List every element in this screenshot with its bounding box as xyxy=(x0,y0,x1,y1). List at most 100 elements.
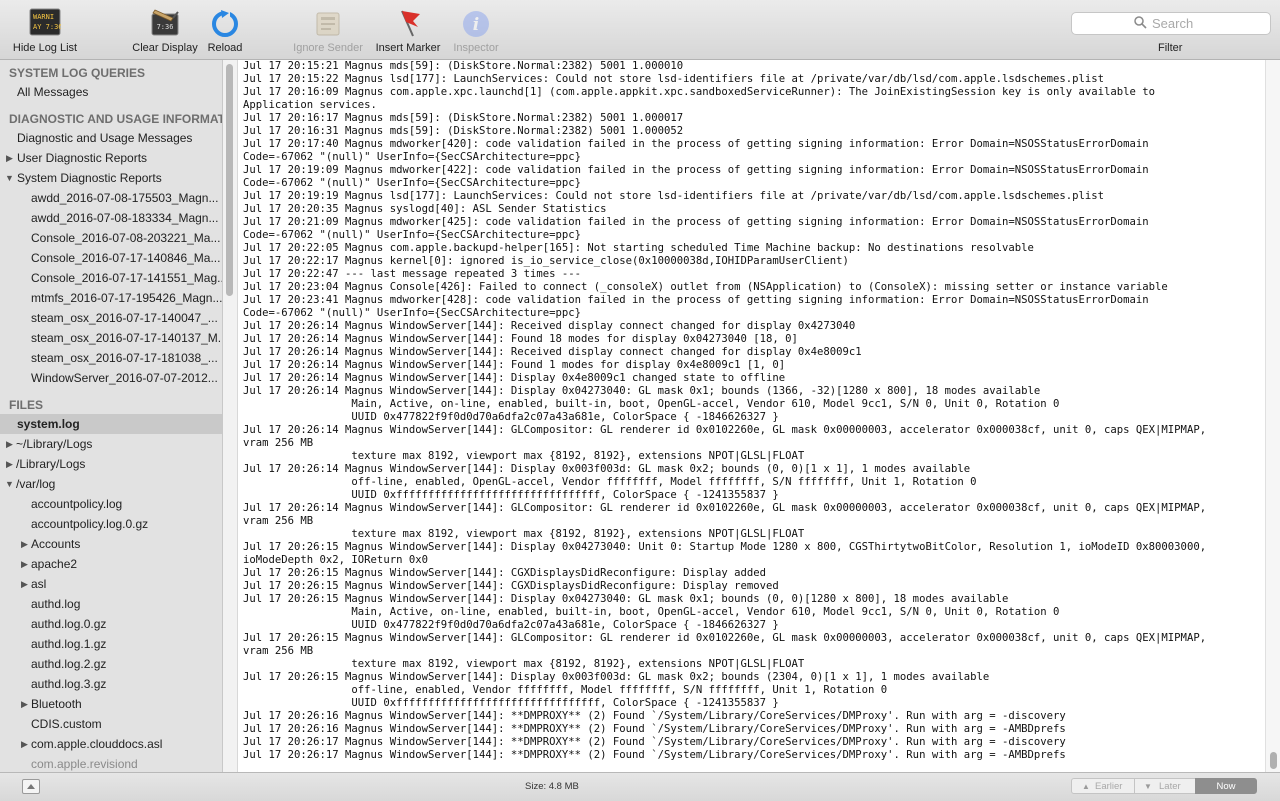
sidebar-item-system-report[interactable]: Console_2016-07-17-141551_Mag... xyxy=(0,268,222,288)
later-label: Later xyxy=(1159,781,1181,792)
sidebar-item-file[interactable]: com.apple.revisiond xyxy=(0,754,222,772)
reload-button[interactable]: Reload xyxy=(204,8,246,54)
sidebar-item-library-logs[interactable]: ▶/Library/Logs xyxy=(0,454,222,474)
log-line: Jul 17 20:26:14 Magnus WindowServer[144]… xyxy=(243,359,786,371)
disclosure-right-icon[interactable]: ▶ xyxy=(21,574,28,594)
log-line: vram 256 MB xyxy=(243,437,314,449)
sidebar-item-label: steam_osx_2016-07-17-140137_M... xyxy=(31,331,222,345)
sidebar-item-system-report[interactable]: steam_osx_2016-07-17-181038_... xyxy=(0,348,222,368)
disclosure-down-icon[interactable]: ▼ xyxy=(5,474,14,494)
sidebar-item-system-report[interactable]: Console_2016-07-08-203221_Ma... xyxy=(0,228,222,248)
sidebar-scrollbar[interactable] xyxy=(223,60,238,772)
sidebar-item-label: CDIS.custom xyxy=(31,717,102,731)
log-line: off-line, enabled, OpenGL-accel, Vendor … xyxy=(243,476,977,488)
sidebar-scroll-thumb[interactable] xyxy=(226,64,233,296)
sidebar-item-user-diagnostic-reports[interactable]: ▶ User Diagnostic Reports xyxy=(0,148,222,168)
svg-text:AY 7:36: AY 7:36 xyxy=(33,23,61,31)
log-line: texture max 8192, viewport max {8192, 81… xyxy=(243,528,805,540)
toggle-sidebar-button[interactable] xyxy=(22,779,40,794)
sidebar-item-system-report[interactable]: awdd_2016-07-08-175503_Magn... xyxy=(0,188,222,208)
search-field[interactable] xyxy=(1071,12,1271,35)
sidebar-item-file[interactable]: accountpolicy.log.0.gz xyxy=(0,514,222,534)
sidebar-item-file[interactable]: authd.log.0.gz xyxy=(0,614,222,634)
inspector-icon: i xyxy=(460,8,492,38)
sidebar-item-label: WindowServer_2016-07-07-2012... xyxy=(31,371,218,385)
sidebar-item-system-diagnostic-reports[interactable]: ▼ System Diagnostic Reports xyxy=(0,168,222,188)
log-line: Jul 17 20:23:04 Magnus Console[426]: Fai… xyxy=(243,281,1168,293)
log-line: Jul 17 20:16:09 Magnus com.apple.xpc.lau… xyxy=(243,86,1156,98)
disclosure-right-icon[interactable]: ▶ xyxy=(6,454,13,474)
sidebar-item-file[interactable]: authd.log xyxy=(0,594,222,614)
sidebar-item-label: authd.log.1.gz xyxy=(31,637,107,651)
sidebar-item-diagnostic-usage-messages[interactable]: Diagnostic and Usage Messages xyxy=(0,128,222,148)
later-button[interactable]: ▼ Later xyxy=(1134,778,1196,794)
log-text: Jul 17 20:15:21 Magnus mds[59]: (DiskSto… xyxy=(238,60,1265,762)
log-line: Jul 17 20:26:14 Magnus WindowServer[144]… xyxy=(243,385,1041,397)
disclosure-right-icon[interactable]: ▶ xyxy=(21,734,28,754)
log-line: texture max 8192, viewport max {8192, 81… xyxy=(243,658,805,670)
sidebar-item-file[interactable]: authd.log.3.gz xyxy=(0,674,222,694)
sidebar-item-system-log[interactable]: system.log xyxy=(0,414,222,434)
log-line: off-line, enabled, Vendor ffffffff, Mode… xyxy=(243,684,888,696)
log-line: Main, Active, on-line, enabled, built-in… xyxy=(243,398,1060,410)
sidebar-item-file[interactable]: authd.log.2.gz xyxy=(0,654,222,674)
log-line: UUID 0x477822f9f0d0d70a6dfa2c07a43a681e,… xyxy=(243,619,779,631)
disclosure-right-icon[interactable]: ▶ xyxy=(21,694,28,714)
sidebar-item-system-report[interactable]: mtmfs_2016-07-17-195426_Magn... xyxy=(0,288,222,308)
sidebar-item-label: com.apple.revisiond xyxy=(31,757,138,771)
log-line: Jul 17 20:23:41 Magnus mdworker[428]: co… xyxy=(243,294,1149,306)
log-scroll-thumb[interactable] xyxy=(1270,752,1277,769)
sidebar-item-system-report[interactable]: WindowServer_2016-07-07-2012... xyxy=(0,368,222,388)
log-line: texture max 8192, viewport max {8192, 81… xyxy=(243,450,805,462)
log-line: Code=-67062 "(null)" UserInfo={SecCSArch… xyxy=(243,229,582,241)
clear-display-button[interactable]: 7:36 Clear Display xyxy=(129,8,201,54)
log-line: vram 256 MB xyxy=(243,515,314,527)
file-size: Size: 4.8 MB xyxy=(525,781,579,792)
sidebar-item-folder[interactable]: ▶ asl xyxy=(0,574,222,594)
sidebar-item-label: accountpolicy.log xyxy=(31,497,123,511)
disclosure-down-icon[interactable]: ▼ xyxy=(5,168,14,188)
hide-log-list-button[interactable]: WARNI AY 7:36 Hide Log List xyxy=(8,8,82,54)
log-line: Main, Active, on-line, enabled, built-in… xyxy=(243,606,1060,618)
log-scrollbar[interactable] xyxy=(1265,60,1280,772)
later-arrow-icon: ▼ xyxy=(1144,782,1152,791)
log-line: ioModeDepth 0x2, IOReturn 0x0 xyxy=(243,554,428,566)
sidebar-item-system-report[interactable]: steam_osx_2016-07-17-140047_... xyxy=(0,308,222,328)
inspector-button[interactable]: i Inspector xyxy=(448,8,504,54)
sidebar-item-file[interactable]: CDIS.custom xyxy=(0,714,222,734)
earlier-button[interactable]: ▲ Earlier xyxy=(1071,778,1135,794)
log-line: UUID 0x477822f9f0d0d70a6dfa2c07a43a681e,… xyxy=(243,411,779,423)
svg-text:i: i xyxy=(473,15,479,35)
log-line: Jul 17 20:26:14 Magnus WindowServer[144]… xyxy=(243,502,1207,514)
sidebar-item-label: Bluetooth xyxy=(31,697,82,711)
sidebar-item-system-report[interactable]: awdd_2016-07-08-183334_Magn... xyxy=(0,208,222,228)
search-input[interactable] xyxy=(1150,15,1264,32)
ignore-sender-button[interactable]: Ignore Sender xyxy=(290,8,366,54)
sidebar-item-all-messages[interactable]: All Messages xyxy=(0,82,222,102)
sidebar-item-folder[interactable]: ▶ Bluetooth xyxy=(0,694,222,714)
sidebar-item-folder[interactable]: ▶ apache2 xyxy=(0,554,222,574)
sidebar-item-label: Console_2016-07-08-203221_Ma... xyxy=(31,231,221,245)
clear-display-icon: 7:36 xyxy=(149,8,181,38)
log-content[interactable]: Jul 17 20:15:21 Magnus mds[59]: (DiskSto… xyxy=(238,60,1265,772)
sidebar-item-system-report[interactable]: Console_2016-07-17-140846_Ma... xyxy=(0,248,222,268)
log-line: Jul 17 20:26:15 Magnus WindowServer[144]… xyxy=(243,580,779,592)
sidebar-item-label: Console_2016-07-17-141551_Mag... xyxy=(31,271,222,285)
now-button[interactable]: Now xyxy=(1195,778,1257,794)
disclosure-right-icon[interactable]: ▶ xyxy=(6,434,13,454)
disclosure-right-icon[interactable]: ▶ xyxy=(21,554,28,574)
disclosure-right-icon[interactable]: ▶ xyxy=(6,148,13,168)
log-line: Jul 17 20:26:15 Magnus WindowServer[144]… xyxy=(243,671,990,683)
insert-marker-button[interactable]: Insert Marker xyxy=(372,8,444,54)
sidebar-item-file[interactable]: accountpolicy.log xyxy=(0,494,222,514)
disclosure-right-icon[interactable]: ▶ xyxy=(21,534,28,554)
sidebar-item-file[interactable]: authd.log.1.gz xyxy=(0,634,222,654)
filter-label: Filter xyxy=(1158,42,1183,54)
sidebar-item-system-report[interactable]: steam_osx_2016-07-17-140137_M... xyxy=(0,328,222,348)
sidebar-item-folder[interactable]: ▶ com.apple.clouddocs.asl xyxy=(0,734,222,754)
sidebar-item-user-library-logs[interactable]: ▶ ~/Library/Logs xyxy=(0,434,222,454)
earlier-arrow-icon: ▲ xyxy=(1082,782,1090,791)
sidebar-item-var-log[interactable]: ▼/var/log xyxy=(0,474,222,494)
sidebar-item-folder[interactable]: ▶ Accounts xyxy=(0,534,222,554)
log-line: Jul 17 20:19:09 Magnus mdworker[422]: co… xyxy=(243,164,1149,176)
